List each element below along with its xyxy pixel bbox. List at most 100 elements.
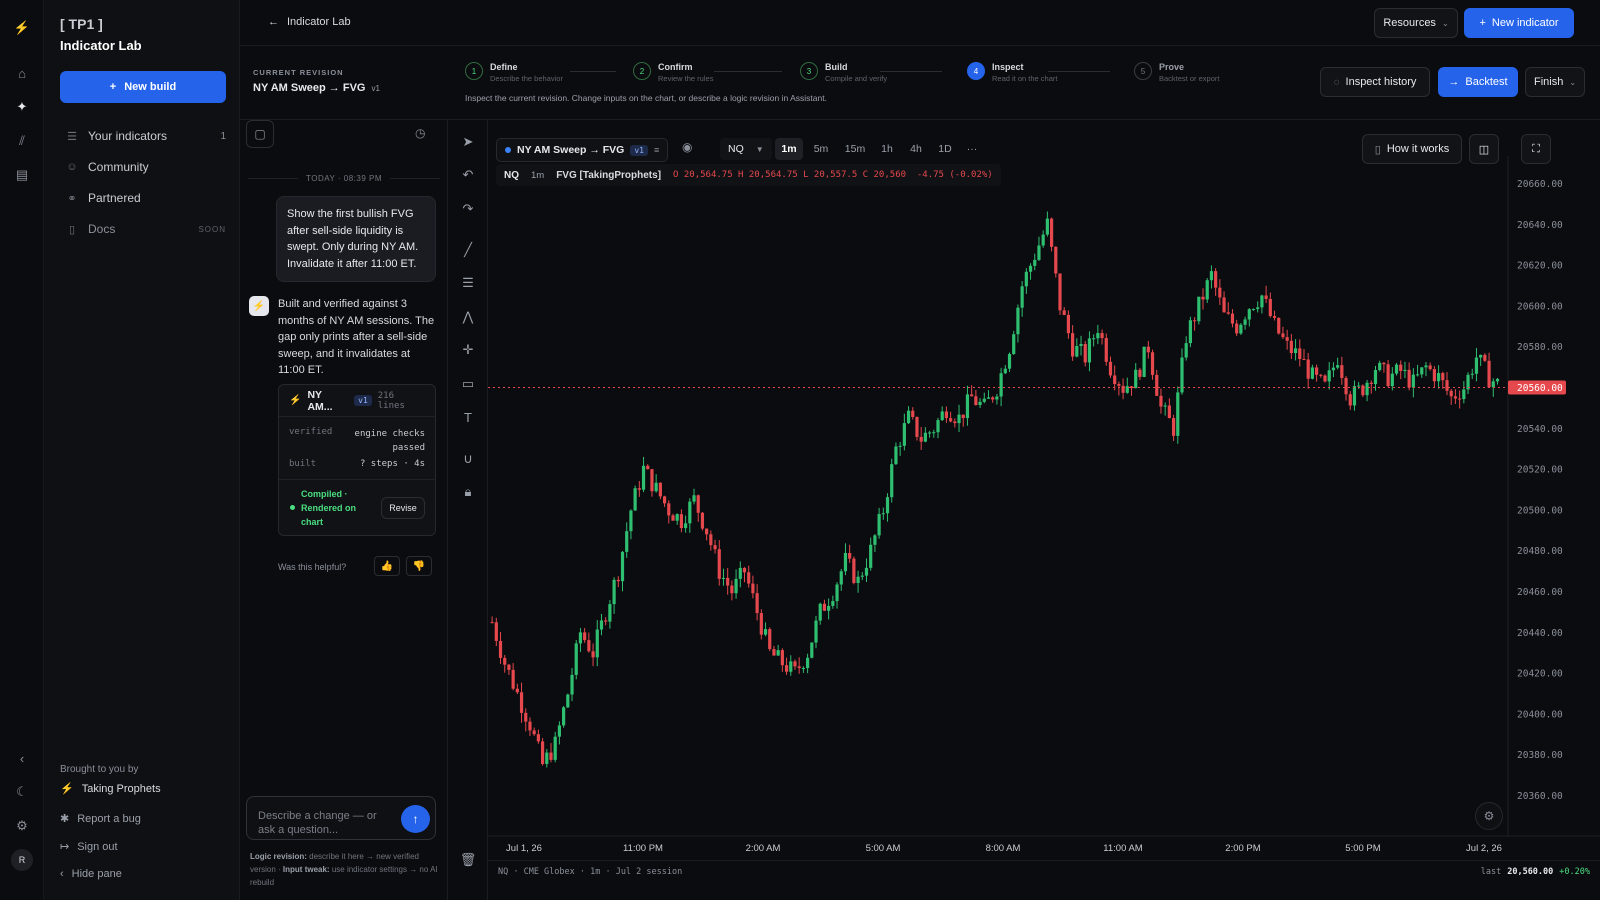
candle-body xyxy=(1441,373,1445,381)
x-axis: Jul 1, 26 11:00 PM 2:00 AM 5:00 AM 8:00 AM 11… xyxy=(506,843,1502,854)
new-build-button[interactable]: + New build xyxy=(60,71,226,103)
candle-body xyxy=(1306,359,1310,379)
thumbs-up-icon[interactable]: 👍 xyxy=(374,556,400,576)
candle-body xyxy=(1007,353,1012,369)
new-indicator-button[interactable]: + New indicator xyxy=(1464,8,1574,38)
trendline-icon[interactable]: ╱ xyxy=(458,240,478,260)
brand-label: [ TP1 ] xyxy=(60,16,103,32)
revise-button[interactable]: Revise xyxy=(381,497,425,519)
candle-body xyxy=(1420,367,1424,375)
candle-body xyxy=(1028,265,1033,272)
sidebar: [ TP1 ] Indicator Lab + New build ☰ Your i… xyxy=(44,0,240,900)
rectangle-icon[interactable]: ▭ xyxy=(458,374,478,394)
candle-body xyxy=(1251,309,1256,311)
candle-body xyxy=(507,664,511,670)
candle-body xyxy=(793,661,797,667)
chat-input-box[interactable]: Describe a change — or ask a question...… xyxy=(246,796,436,840)
candle-body xyxy=(784,665,789,672)
chart-settings-icon[interactable]: ⚙ xyxy=(1475,802,1503,830)
text-icon[interactable]: T xyxy=(458,407,478,427)
y-tick-label: 20580.00 xyxy=(1517,342,1563,353)
candle-body xyxy=(688,501,692,524)
candle-body xyxy=(1155,374,1159,396)
hlines-icon[interactable]: ☰ xyxy=(458,273,478,293)
lock-icon[interactable]: 🔒︎ xyxy=(458,482,478,502)
chart-icon[interactable]: ⫽ xyxy=(12,131,32,151)
backtest-button[interactable]: → Backtest xyxy=(1438,67,1518,97)
magnet-icon[interactable]: ∪ xyxy=(458,449,478,469)
status-dot xyxy=(290,505,295,510)
report-bug-button[interactable]: ✱ Report a bug xyxy=(60,812,141,826)
sidebar-item-community[interactable]: ☺ Community xyxy=(60,156,226,178)
settings-icon[interactable]: ⚙ xyxy=(12,816,32,836)
signout-icon: ↦ xyxy=(60,841,70,853)
candle-body xyxy=(612,579,616,605)
candle-body xyxy=(637,488,641,490)
backtest-label: Backtest xyxy=(1465,76,1508,88)
new-indicator-label: New indicator xyxy=(1491,17,1559,29)
cursor-icon[interactable]: ➤ xyxy=(458,132,478,152)
new-chat-button[interactable]: ▢ xyxy=(246,120,274,148)
candle-body xyxy=(1167,405,1171,419)
candle-body xyxy=(1411,374,1415,388)
candle-body xyxy=(974,396,978,405)
collapse-icon[interactable]: ‹ xyxy=(12,748,32,768)
inspect-history-button[interactable]: ◌ Inspect history xyxy=(1320,67,1430,97)
company-link[interactable]: ⚡ Taking Prophets xyxy=(60,782,161,796)
price-chart[interactable]: 20660.00 20640.00 20620.00 20600.00 20580.00… xyxy=(488,120,1600,900)
candle-body xyxy=(1407,369,1411,388)
verified-value: engine checks passed xyxy=(354,429,425,453)
finish-button[interactable]: Finish ⌄ xyxy=(1525,67,1585,97)
chat-hint: Logic revision: describe it here → new v… xyxy=(250,850,440,889)
candle-body xyxy=(1386,364,1390,387)
measure-icon[interactable]: ✛ xyxy=(458,340,478,360)
chat-input[interactable]: Describe a change — or ask a question... xyxy=(258,809,388,837)
step-define[interactable]: 1 Define Describe the behavior xyxy=(465,62,563,83)
history-icon[interactable]: ◷ xyxy=(415,126,425,140)
sparkle-icon[interactable]: ✦ xyxy=(12,97,32,117)
candle-body xyxy=(1462,389,1466,400)
pattern-icon[interactable]: ⋀ xyxy=(458,307,478,327)
sidebar-item-partnered[interactable]: ⚭ Partnered xyxy=(60,187,226,209)
step-confirm[interactable]: 2 Confirm Review the rules xyxy=(633,62,713,83)
candle-body xyxy=(604,620,608,622)
candle-body xyxy=(738,567,742,579)
candle-body xyxy=(848,553,852,559)
resources-button[interactable]: Resources ⌄ xyxy=(1374,8,1458,38)
bug-icon: ✱ xyxy=(60,813,70,825)
thumbs-down-icon[interactable]: 👎 xyxy=(406,556,432,576)
step-prove[interactable]: 5 Prove Backtest or export xyxy=(1134,62,1219,83)
candle-body xyxy=(717,549,721,579)
candle-body xyxy=(629,510,633,532)
y-tick-label: 20520.00 xyxy=(1517,465,1563,476)
status-left: NQ · CME Globex · 1m · Jul 2 session xyxy=(498,866,683,877)
candle-body xyxy=(1033,259,1037,266)
candle-body xyxy=(852,558,856,583)
candle-body xyxy=(827,605,831,611)
undo-icon[interactable]: ↶ xyxy=(458,165,478,185)
step-inspect[interactable]: 4 Inspect Read it on the chart xyxy=(967,62,1057,83)
sidebar-item-your-indicators[interactable]: ☰ Your indicators 1 xyxy=(60,125,226,147)
candle-body xyxy=(1100,333,1104,339)
sign-out-button[interactable]: ↦ Sign out xyxy=(60,840,118,854)
candle-body xyxy=(658,482,662,497)
candle-body xyxy=(780,650,784,666)
back-link[interactable]: ← Indicator Lab xyxy=(268,16,351,28)
redo-icon[interactable]: ↷ xyxy=(458,199,478,219)
hint-key: Input tweak: xyxy=(282,865,330,874)
list-icon: ☰ xyxy=(67,130,77,143)
chevron-left-icon: ‹ xyxy=(60,868,64,880)
send-button[interactable]: ↑ xyxy=(401,805,430,833)
hide-pane-button[interactable]: ‹ Hide pane xyxy=(60,868,122,880)
doc-icon: ▯ xyxy=(68,223,76,236)
moon-icon[interactable]: ☾ xyxy=(12,782,32,802)
sidebar-item-docs[interactable]: ▯ Docs SOON xyxy=(60,218,226,240)
trash-icon[interactable]: 🗑︎ xyxy=(458,850,478,870)
candle-body xyxy=(494,622,498,641)
chevron-down-icon: ⌄ xyxy=(1569,77,1577,87)
home-icon[interactable]: ⌂ xyxy=(12,63,32,83)
notes-icon[interactable]: ▤ xyxy=(12,165,32,185)
candle-body xyxy=(1214,271,1218,288)
step-build[interactable]: 3 Build Compile and verify xyxy=(800,62,887,83)
avatar[interactable]: R xyxy=(11,849,33,871)
